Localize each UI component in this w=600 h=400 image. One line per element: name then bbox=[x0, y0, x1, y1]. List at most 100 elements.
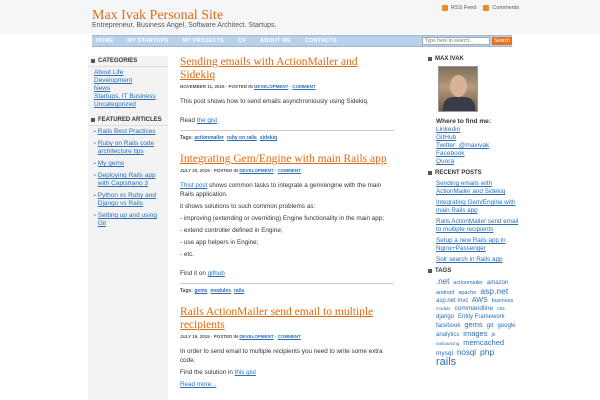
tag-link[interactable]: outsourcing bbox=[436, 341, 459, 346]
tag-link[interactable]: android bbox=[436, 290, 454, 296]
tag-link[interactable]: actionmailer bbox=[453, 280, 483, 286]
tag-link[interactable]: nosql bbox=[457, 348, 476, 357]
featured-link[interactable]: Deploying Rails app with Capistrano 3 bbox=[98, 172, 164, 188]
tag-link[interactable]: django bbox=[436, 314, 454, 320]
tag-link[interactable]: css bbox=[497, 306, 505, 312]
post-category-link[interactable]: DEVELOPMENT bbox=[254, 84, 288, 89]
tag-link[interactable]: facebook bbox=[436, 323, 460, 329]
right-sidebar: MAX IVAK Where to find me: Linkedin GitH… bbox=[428, 56, 520, 368]
tag-link[interactable]: images bbox=[463, 329, 487, 338]
featured-heading: FEATURED ARTICLES bbox=[88, 115, 168, 126]
post-text: - use app helpers in Engine; bbox=[180, 239, 259, 246]
recent-post-link[interactable]: Integrating Gem/Engine with main Rails a… bbox=[436, 199, 520, 215]
tag-link[interactable]: commandline bbox=[454, 305, 493, 312]
post-category-link[interactable]: DEVELOPMENT bbox=[239, 168, 273, 173]
post-text: it shows solutions to such common proble… bbox=[180, 203, 316, 210]
post-comment-link[interactable]: COMMENT bbox=[278, 334, 301, 339]
tag-link[interactable]: memcached bbox=[463, 338, 504, 347]
main-content: Sending emails with ActionMailer and Sid… bbox=[180, 56, 394, 400]
author-heading: MAX IVAK bbox=[428, 56, 520, 62]
featured-link[interactable]: Python vs Ruby and Django vs Rails bbox=[98, 192, 164, 208]
search-button[interactable]: Search bbox=[492, 37, 512, 45]
recent-post-link[interactable]: Solr search in Rails app bbox=[436, 256, 520, 264]
arrow-icon: • bbox=[94, 193, 96, 199]
post-category-link[interactable]: DEVELOPMENT bbox=[239, 334, 273, 339]
tag-link[interactable]: rails bbox=[234, 288, 244, 294]
tag-link[interactable]: business bbox=[492, 298, 514, 304]
arrow-icon: • bbox=[94, 141, 96, 147]
twitter-link[interactable]: Twitter: @maxivak bbox=[436, 142, 520, 150]
nav-my-projects[interactable]: MY PROJECTS bbox=[182, 38, 224, 44]
read-more-link[interactable]: Read more... bbox=[180, 381, 216, 388]
bullet-icon bbox=[428, 57, 432, 61]
gist-link[interactable]: the gist bbox=[197, 117, 217, 124]
tag-link[interactable]: ruby on rails bbox=[227, 135, 257, 141]
nav-contacts[interactable]: CONTACTS bbox=[305, 38, 337, 44]
tag-link[interactable]: google bbox=[497, 323, 515, 329]
tag-link[interactable]: rails bbox=[436, 356, 456, 368]
search-input[interactable] bbox=[422, 37, 490, 45]
tag-link[interactable]: apache bbox=[458, 290, 476, 296]
recent-post-link[interactable]: Setup a new Rails app in Nginx+Passenger bbox=[436, 237, 520, 253]
category-link[interactable]: About Life bbox=[94, 69, 162, 77]
featured-link[interactable]: My gems bbox=[98, 160, 124, 168]
post: Integrating Gem/Engine with main Rails a… bbox=[180, 153, 394, 294]
post-meta: NOVEMBER 11, 2015 · POSTED IN DEVELOPMEN… bbox=[180, 84, 316, 89]
recent-post-link[interactable]: Sending emails with ActionMailer and Sid… bbox=[436, 180, 520, 196]
categories-heading: CATEGORIES bbox=[88, 56, 168, 67]
rss-icon bbox=[442, 5, 448, 11]
post-link[interactable]: Thist post bbox=[180, 182, 207, 189]
post-comment-link[interactable]: COMMENT bbox=[278, 168, 301, 173]
featured-link[interactable]: Setting up and using Git bbox=[98, 212, 164, 228]
linkedin-link[interactable]: Linkedin bbox=[436, 126, 520, 134]
quora-link[interactable]: Quora bbox=[436, 158, 520, 166]
tag-link[interactable]: actionmailer bbox=[194, 135, 223, 141]
featured-link[interactable]: Rails Best Practices bbox=[98, 128, 156, 136]
rss-feed-link[interactable]: RSS Feed bbox=[442, 5, 476, 11]
post-title[interactable]: Rails ActionMailer send email to multipl… bbox=[180, 306, 394, 332]
tags-heading: TAGS bbox=[428, 268, 520, 274]
list-item: • Ruby on Rails code architecture tips bbox=[94, 140, 164, 156]
github-profile-link[interactable]: GitHub bbox=[436, 134, 520, 142]
post-tags: Tags: actionmailer ruby on rails sidekiq bbox=[180, 130, 394, 141]
tag-link[interactable]: git bbox=[487, 322, 494, 329]
featured-link[interactable]: Ruby on Rails code architecture tips bbox=[98, 140, 164, 156]
category-link[interactable]: Uncategorized bbox=[94, 101, 162, 109]
facebook-link[interactable]: Facebook bbox=[436, 150, 520, 158]
tag-link[interactable]: .net bbox=[436, 277, 449, 286]
post-comment-link[interactable]: COMMENT bbox=[292, 84, 315, 89]
tag-link[interactable]: asp.net mvc bbox=[436, 298, 468, 304]
nav-cv[interactable]: CV bbox=[238, 38, 246, 44]
featured-list: • Rails Best Practices • Ruby on Rails cod… bbox=[88, 126, 168, 236]
post-title[interactable]: Integrating Gem/Engine with main Rails a… bbox=[180, 153, 394, 166]
comments-feed-link[interactable]: Comments bbox=[483, 5, 519, 11]
list-item: • My gems bbox=[94, 160, 164, 168]
bullet-icon bbox=[428, 171, 432, 175]
tag-link[interactable]: models bbox=[436, 306, 451, 311]
post-tags: Tags: gems modules rails bbox=[180, 283, 394, 294]
category-link[interactable]: Startups, IT Business bbox=[94, 93, 162, 101]
category-link[interactable]: News bbox=[94, 85, 162, 93]
nav-home[interactable]: HOME bbox=[96, 38, 113, 44]
post-title[interactable]: Sending emails with ActionMailer and Sid… bbox=[180, 56, 394, 82]
tag-link[interactable]: analytics bbox=[436, 332, 459, 338]
arrow-icon: • bbox=[94, 213, 96, 219]
where-heading: Where to find me: bbox=[436, 118, 491, 125]
category-link[interactable]: Development bbox=[94, 77, 162, 85]
tag-link[interactable]: modules bbox=[210, 288, 231, 294]
bullet-icon bbox=[91, 118, 95, 122]
post-text: - etc. bbox=[180, 251, 194, 258]
gist-link[interactable]: this gist bbox=[235, 369, 256, 376]
bullet-icon bbox=[91, 59, 95, 63]
nav-about-me[interactable]: ABOUT ME bbox=[260, 38, 291, 44]
arrow-icon: • bbox=[94, 173, 96, 179]
tag-link[interactable]: sidekiq bbox=[260, 135, 277, 141]
tag-link[interactable]: php bbox=[480, 347, 494, 357]
tag-link[interactable]: gems bbox=[194, 288, 207, 294]
recent-post-link[interactable]: Rails ActionMailer send email to multipl… bbox=[436, 218, 520, 234]
github-link[interactable]: github bbox=[208, 270, 225, 277]
tag-link[interactable]: AWS bbox=[472, 297, 488, 304]
tag-link[interactable]: asp.net bbox=[480, 286, 508, 296]
nav-my-startups[interactable]: MY STARTUPS bbox=[127, 38, 168, 44]
tag-link[interactable]: gems bbox=[464, 320, 482, 329]
